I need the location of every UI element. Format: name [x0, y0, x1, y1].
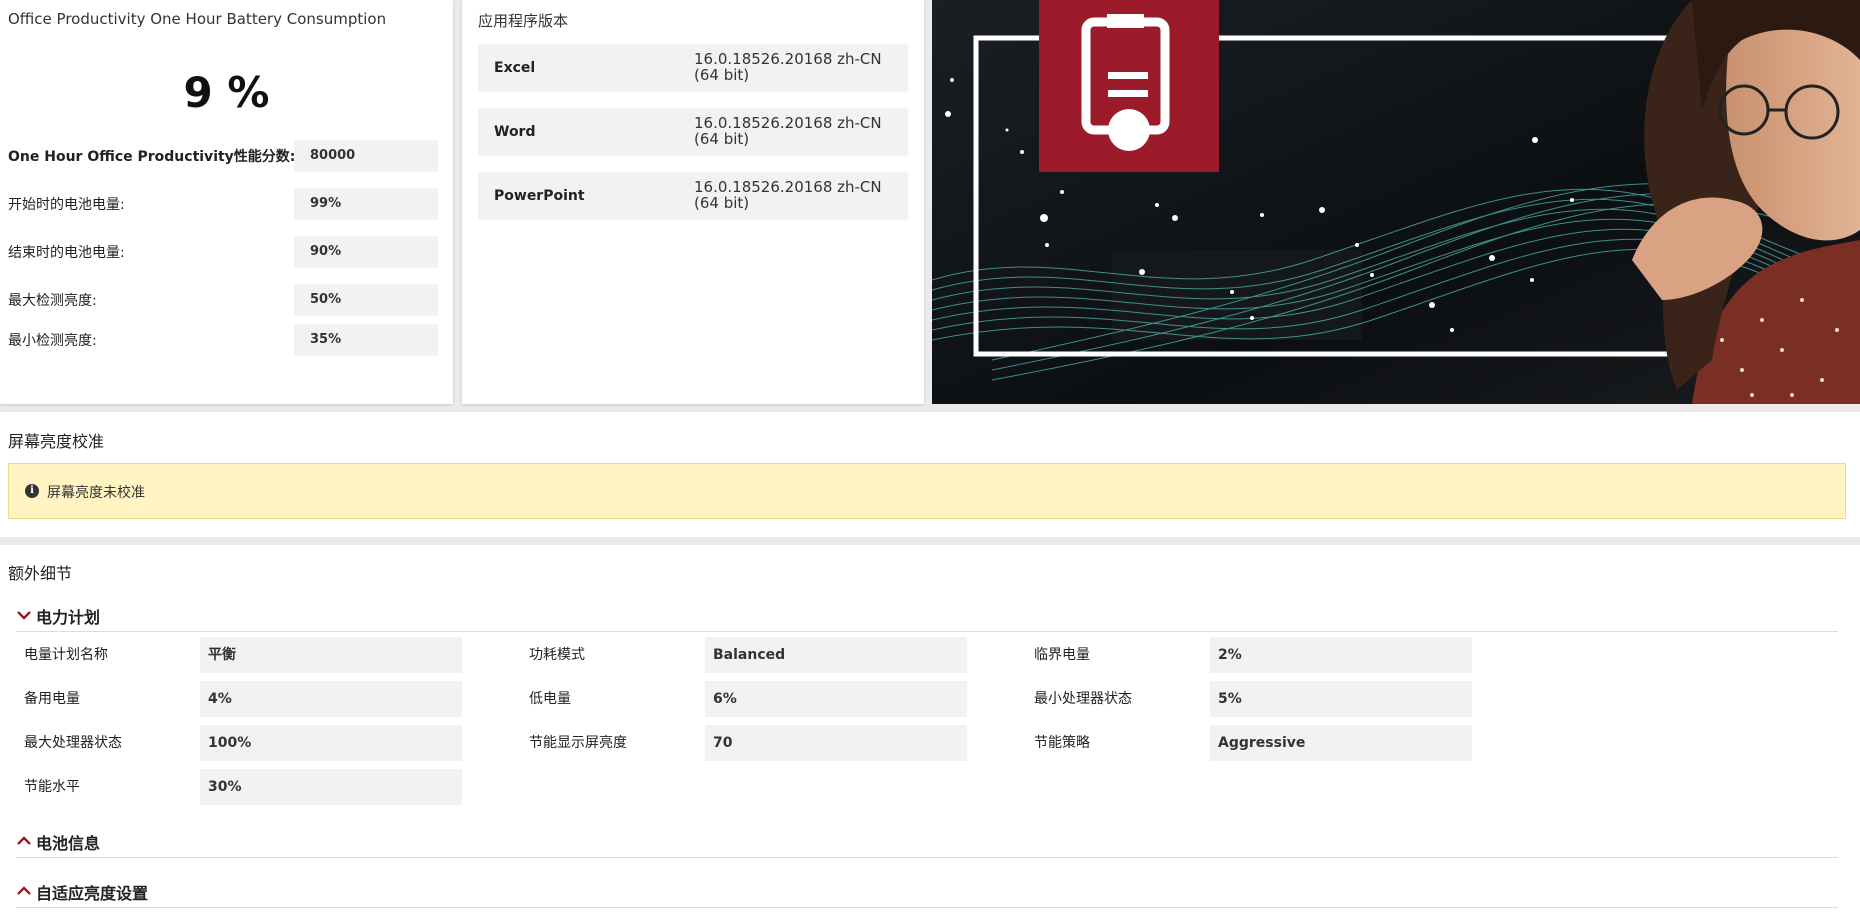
reserve-battery-value: 4%	[200, 681, 462, 717]
app-version-arch: (64 bit)	[694, 130, 750, 148]
power-plan-name-value: 平衡	[200, 637, 462, 673]
calibration-alert: i 屏幕亮度未校准	[8, 463, 1846, 519]
app-row-powerpoint: PowerPoint 16.0.18526.20168 zh-CN (64 bi…	[478, 172, 908, 220]
app-version-arch: (64 bit)	[694, 194, 750, 212]
hero-illustration	[932, 0, 1860, 404]
max-processor-state-value: 100%	[200, 725, 462, 761]
battery-summary-card: Office Productivity One Hour Battery Con…	[0, 0, 453, 404]
app-name: Word	[494, 124, 536, 140]
power-saver-brightness-value: 70	[705, 725, 967, 761]
battery-consumption-value: 9 %	[183, 68, 270, 117]
min-brightness-value: 35%	[294, 324, 438, 356]
low-battery-value: 6%	[705, 681, 967, 717]
power-plan-title: 电力计划	[36, 608, 101, 627]
end-battery-label: 结束时的电池电量:	[8, 245, 125, 261]
power-saver-level-value: 30%	[200, 769, 462, 805]
end-battery-value: 90%	[294, 236, 438, 268]
max-brightness-label: 最大检测亮度:	[8, 293, 97, 309]
summary-title: Office Productivity One Hour Battery Con…	[8, 10, 387, 28]
app-versions-title: 应用程序版本	[478, 12, 569, 30]
min-processor-state-label: 最小处理器状态	[1034, 691, 1132, 707]
critical-battery-label: 临界电量	[1034, 647, 1090, 663]
accordion-power-plan[interactable]: 电力计划	[16, 601, 1838, 632]
hero-image	[932, 0, 1860, 404]
app-version-line: 16.0.18526.20168 zh-CN	[694, 114, 882, 132]
performance-score-value: 80000	[294, 140, 438, 172]
performance-score-label: One Hour Office Productivity性能分数:	[8, 149, 296, 165]
app-versions-card: 应用程序版本 Excel 16.0.18526.20168 zh-CN (64 …	[462, 0, 924, 404]
start-battery-label: 开始时的电池电量:	[8, 197, 125, 213]
app-name: Excel	[494, 60, 536, 76]
app-version: 16.0.18526.20168 zh-CN (64 bit)	[694, 51, 894, 83]
screen-calibration-section: 屏幕亮度校准 i 屏幕亮度未校准	[0, 412, 1860, 537]
calibration-title: 屏幕亮度校准	[8, 432, 105, 451]
min-processor-state-value: 5%	[1210, 681, 1472, 717]
max-processor-state-label: 最大处理器状态	[24, 735, 122, 751]
start-battery-value: 99%	[294, 188, 438, 220]
power-saver-policy-label: 节能策略	[1034, 735, 1090, 751]
chevron-down-icon	[17, 611, 31, 620]
app-version-arch: (64 bit)	[694, 66, 750, 84]
adaptive-brightness-title: 自适应亮度设置	[36, 884, 149, 903]
accordion-adaptive-brightness[interactable]: 自适应亮度设置	[16, 877, 1838, 908]
chevron-up-icon	[17, 836, 31, 845]
chevron-up-icon	[17, 886, 31, 895]
app-name: PowerPoint	[494, 188, 585, 204]
critical-battery-value: 2%	[1210, 637, 1472, 673]
power-plan-name-label: 电量计划名称	[24, 647, 108, 663]
accordion-battery-info[interactable]: 电池信息	[16, 827, 1838, 858]
min-brightness-label: 最小检测亮度:	[8, 333, 97, 349]
power-saver-level-label: 节能水平	[24, 779, 80, 795]
app-version-line: 16.0.18526.20168 zh-CN	[694, 178, 882, 196]
app-row-word: Word 16.0.18526.20168 zh-CN (64 bit)	[478, 108, 908, 156]
calibration-alert-text: 屏幕亮度未校准	[47, 485, 145, 501]
app-version: 16.0.18526.20168 zh-CN (64 bit)	[694, 115, 894, 147]
extra-details-title: 额外细节	[8, 564, 73, 583]
extra-details-section: 额外细节 电力计划 电量计划名称 平衡 功耗模式 Balanced 临界电量 2…	[0, 545, 1860, 916]
max-brightness-value: 50%	[294, 284, 438, 316]
power-mode-label: 功耗模式	[529, 647, 585, 663]
battery-info-title: 电池信息	[36, 834, 101, 853]
app-row-excel: Excel 16.0.18526.20168 zh-CN (64 bit)	[478, 44, 908, 92]
app-version: 16.0.18526.20168 zh-CN (64 bit)	[694, 179, 894, 211]
app-version-line: 16.0.18526.20168 zh-CN	[694, 50, 882, 68]
power-mode-value: Balanced	[705, 637, 967, 673]
power-saver-brightness-label: 节能显示屏亮度	[529, 735, 627, 751]
low-battery-label: 低电量	[529, 691, 571, 707]
info-icon: i	[25, 484, 39, 498]
power-saver-policy-value: Aggressive	[1210, 725, 1472, 761]
reserve-battery-label: 备用电量	[24, 691, 80, 707]
